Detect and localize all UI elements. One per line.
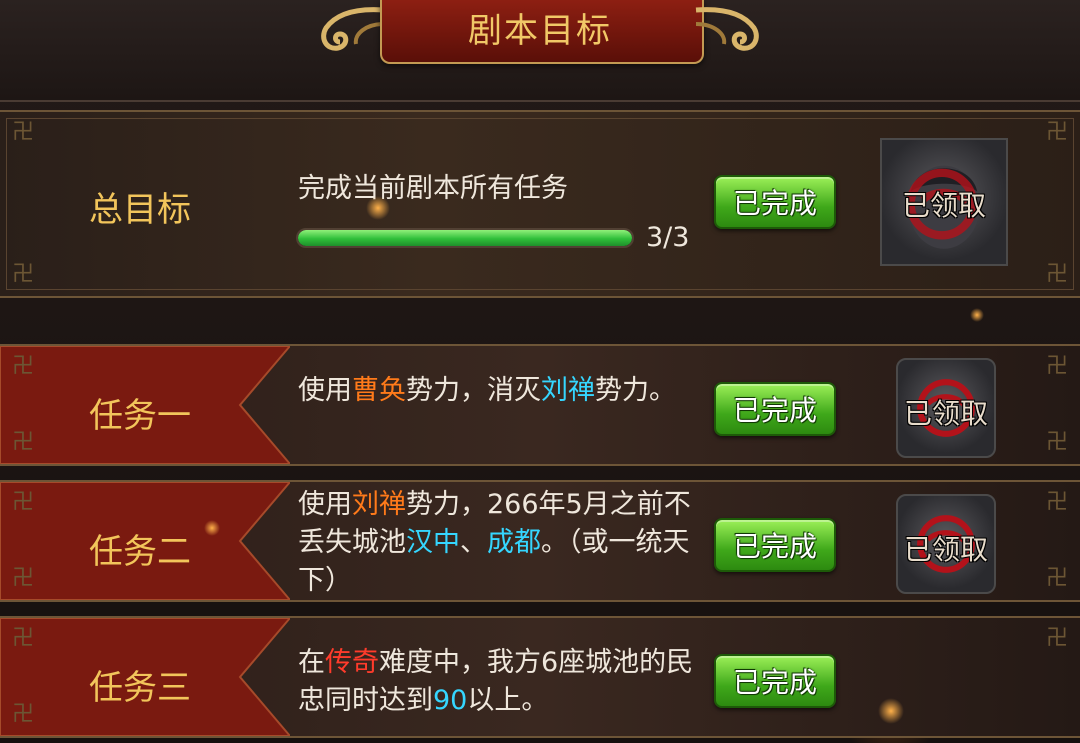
- overall-progress-bar: [296, 228, 634, 248]
- cloud-scroll-ornament-icon: [695, 7, 759, 51]
- fret-corner-icon: 卍: [1045, 430, 1068, 455]
- task-description: 使用刘禅势力，266年5月之前不丢失城池汉中、成都。（或一统天下）: [298, 489, 691, 596]
- overall-goal-panel: 卍 卍 卍 卍 总目标 完成当前剧本所有任务 3/3 已完成 已领取: [0, 110, 1080, 298]
- task-reward-claimed-label: 已领取: [903, 533, 988, 566]
- fret-corner-icon: 卍: [11, 262, 34, 287]
- task-description: 使用曹奂势力，消灭刘禅势力。: [298, 375, 676, 406]
- cloud-scroll-ornament-icon: [321, 7, 385, 51]
- task-completed-button[interactable]: 已完成: [714, 654, 836, 708]
- fret-corner-icon: 卍: [1045, 262, 1068, 287]
- task-panel-3: 卍 卍 卍 任务三 在传奇难度中，我方6座城池的民忠同时达到90以上。 已完成: [0, 616, 1080, 738]
- fret-corner-icon: 卍: [11, 354, 34, 379]
- overall-goal-label: 总目标: [89, 190, 191, 230]
- task-panel-2: 卍 卍 卍 卍 任务二 使用刘禅势力，266年5月之前不丢失城池汉中、成都。（或…: [0, 480, 1080, 602]
- overall-completed-button[interactable]: 已完成: [714, 175, 836, 229]
- overall-goal-description: 完成当前剧本所有任务: [298, 173, 568, 204]
- fret-corner-icon: 卍: [1045, 120, 1068, 145]
- task-description: 在传奇难度中，我方6座城池的民忠同时达到90以上。: [298, 647, 694, 716]
- overall-progress-text: 3/3: [646, 222, 690, 253]
- task-reward-claimed-label: 已领取: [903, 397, 988, 430]
- fret-corner-icon: 卍: [11, 626, 34, 651]
- ember-glow: [878, 698, 904, 724]
- fret-corner-icon: 卍: [11, 120, 34, 145]
- task-completed-button[interactable]: 已完成: [714, 518, 836, 572]
- ember-glow: [970, 308, 984, 322]
- fret-corner-icon: 卍: [1045, 490, 1068, 515]
- ember-glow: [366, 196, 390, 220]
- task-label: 任务一: [89, 396, 191, 436]
- task-label: 任务三: [89, 668, 191, 708]
- task-reward-slot[interactable]: 已领取: [896, 358, 996, 458]
- task-reward-slot[interactable]: 已领取: [896, 494, 996, 594]
- fret-corner-icon: 卍: [11, 702, 34, 727]
- task-panel-1: 卍 卍 卍 卍 任务一 使用曹奂势力，消灭刘禅势力。 已完成 已领取: [0, 344, 1080, 466]
- overall-progress-fill: [298, 230, 632, 246]
- task-completed-button[interactable]: 已完成: [714, 382, 836, 436]
- fret-corner-icon: 卍: [1045, 626, 1068, 651]
- ember-glow: [204, 520, 220, 536]
- fret-corner-icon: 卍: [1045, 354, 1068, 379]
- fret-corner-icon: 卍: [11, 566, 34, 591]
- fret-corner-icon: 卍: [1045, 566, 1068, 591]
- fret-corner-icon: 卍: [11, 430, 34, 455]
- page-title: 剧本目标: [468, 11, 612, 51]
- overall-reward-slot[interactable]: 已领取: [880, 138, 1008, 266]
- fret-corner-icon: 卍: [11, 490, 34, 515]
- overall-reward-claimed-label: 已领取: [901, 189, 986, 222]
